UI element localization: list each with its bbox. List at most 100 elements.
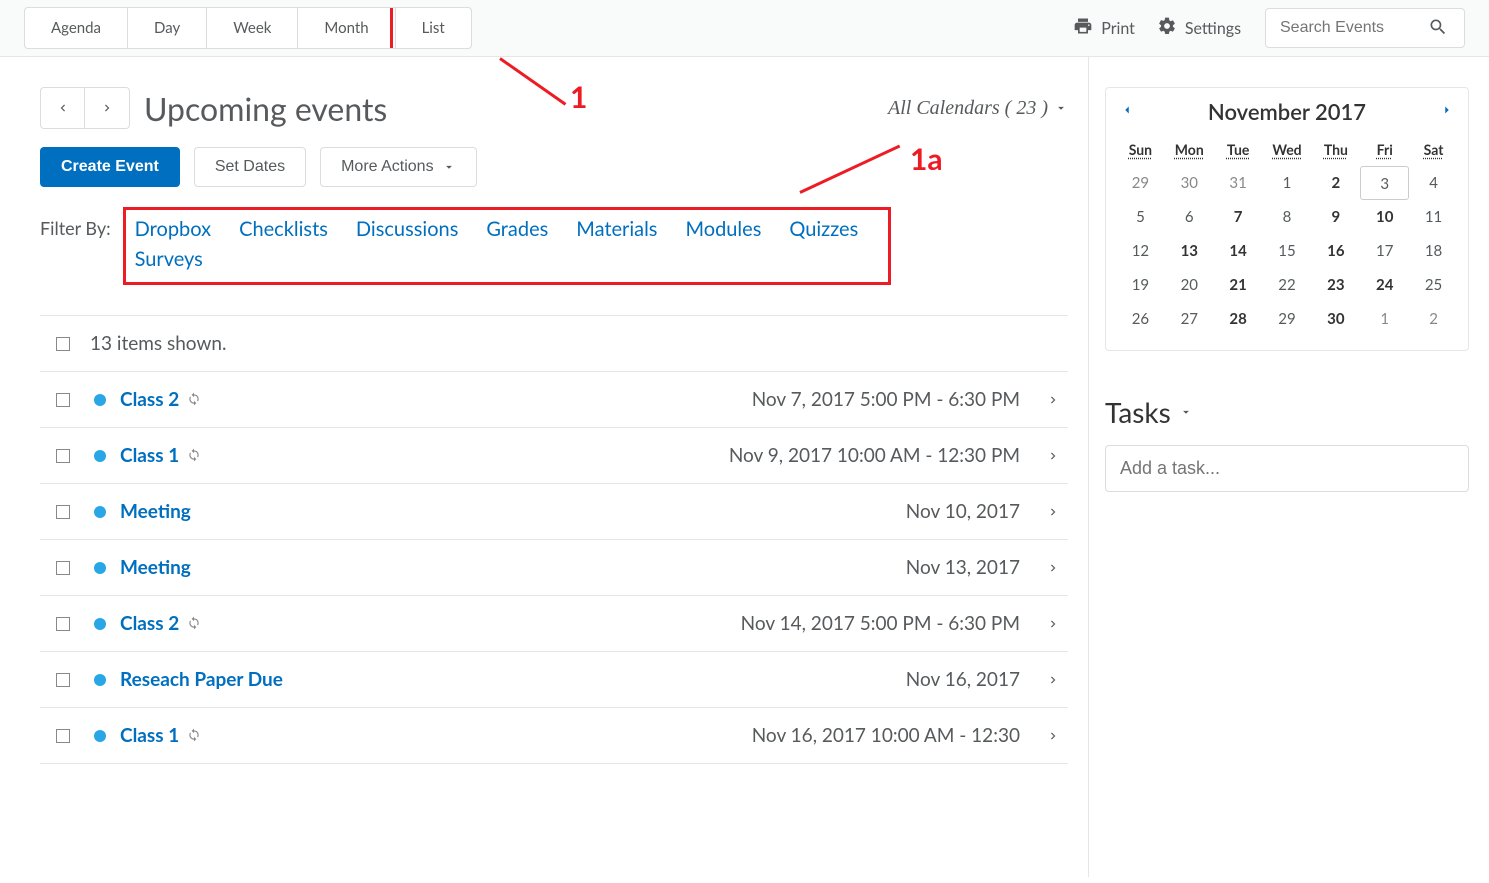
event-checkbox[interactable] (56, 449, 70, 463)
filter-materials[interactable]: Materials (576, 217, 657, 241)
mini-cal-day[interactable]: 2 (1311, 166, 1360, 200)
date-nav-arrows (40, 87, 130, 129)
event-checkbox[interactable] (56, 673, 70, 687)
mini-cal-day[interactable]: 14 (1214, 234, 1263, 268)
event-checkbox[interactable] (56, 561, 70, 575)
calendar-color-dot (94, 674, 106, 686)
mini-cal-day[interactable]: 29 (1116, 166, 1165, 200)
mini-cal-day[interactable]: 10 (1360, 200, 1409, 234)
filter-modules[interactable]: Modules (685, 217, 761, 241)
event-expand-button[interactable] (1046, 393, 1060, 407)
tasks-header[interactable]: Tasks (1105, 395, 1469, 429)
event-expand-button[interactable] (1046, 561, 1060, 575)
mini-cal-day[interactable]: 8 (1263, 200, 1312, 234)
view-tab-week[interactable]: Week (207, 8, 298, 48)
chevron-down-icon (1179, 405, 1193, 419)
mini-cal-day[interactable]: 17 (1360, 234, 1409, 268)
mini-cal-day[interactable]: 11 (1409, 200, 1458, 234)
event-title-link[interactable]: Class 1 (120, 444, 201, 467)
event-checkbox[interactable] (56, 393, 70, 407)
more-actions-label: More Actions (341, 158, 433, 176)
filter-quizzes[interactable]: Quizzes (789, 217, 858, 241)
event-title: Class 2 (120, 612, 179, 635)
event-title: Class 2 (120, 388, 179, 411)
event-expand-button[interactable] (1046, 449, 1060, 463)
event-title-link[interactable]: Class 1 (120, 724, 201, 747)
calendar-color-dot (94, 394, 106, 406)
events-list: 13 items shown. Class 2 Nov 7, 2017 5:00… (40, 315, 1068, 764)
event-title-link[interactable]: Meeting (120, 500, 191, 523)
select-all-checkbox[interactable] (56, 337, 70, 351)
mini-cal-day[interactable]: 22 (1263, 268, 1312, 302)
search-input[interactable] (1278, 18, 1418, 38)
event-title-link[interactable]: Class 2 (120, 388, 201, 411)
mini-cal-day[interactable]: 30 (1311, 302, 1360, 336)
mini-cal-day[interactable]: 18 (1409, 234, 1458, 268)
filter-discussions[interactable]: Discussions (356, 217, 458, 241)
mini-cal-day[interactable]: 24 (1360, 268, 1409, 302)
event-expand-button[interactable] (1046, 505, 1060, 519)
mini-cal-day[interactable]: 13 (1165, 234, 1214, 268)
mini-cal-day[interactable]: 25 (1409, 268, 1458, 302)
create-event-button[interactable]: Create Event (40, 147, 180, 187)
event-title-link[interactable]: Meeting (120, 556, 191, 579)
mini-cal-day[interactable]: 20 (1165, 268, 1214, 302)
more-actions-button[interactable]: More Actions (320, 147, 476, 187)
next-button[interactable] (85, 88, 129, 128)
mini-cal-day-header: Thu (1311, 137, 1360, 166)
filter-checklists[interactable]: Checklists (239, 217, 328, 241)
settings-button[interactable]: Settings (1157, 16, 1241, 40)
filter-by-label: Filter By: (40, 211, 111, 239)
add-task-input[interactable] (1105, 445, 1469, 492)
event-expand-button[interactable] (1046, 617, 1060, 631)
event-checkbox[interactable] (56, 729, 70, 743)
filter-grades[interactable]: Grades (486, 217, 548, 241)
prev-button[interactable] (41, 88, 85, 128)
mini-cal-next[interactable] (1440, 103, 1454, 120)
mini-cal-day[interactable]: 5 (1116, 200, 1165, 234)
event-title: Class 1 (120, 724, 179, 747)
event-title-link[interactable]: Reseach Paper Due (120, 668, 283, 691)
mini-cal-day[interactable]: 4 (1409, 166, 1458, 200)
mini-cal-day[interactable]: 21 (1214, 268, 1263, 302)
mini-cal-day[interactable]: 12 (1116, 234, 1165, 268)
mini-cal-day[interactable]: 30 (1165, 166, 1214, 200)
mini-cal-day[interactable]: 9 (1311, 200, 1360, 234)
event-expand-button[interactable] (1046, 673, 1060, 687)
event-checkbox[interactable] (56, 505, 70, 519)
mini-cal-day[interactable]: 29 (1263, 302, 1312, 336)
filter-dropbox[interactable]: Dropbox (135, 217, 211, 241)
view-tab-list[interactable]: List (396, 8, 471, 48)
mini-cal-day[interactable]: 23 (1311, 268, 1360, 302)
mini-cal-day[interactable]: 3 (1360, 166, 1409, 200)
mini-cal-day[interactable]: 6 (1165, 200, 1214, 234)
view-tab-day[interactable]: Day (128, 8, 207, 48)
filter-surveys[interactable]: Surveys (135, 247, 203, 271)
mini-cal-day[interactable]: 1 (1263, 166, 1312, 200)
tasks-label: Tasks (1105, 395, 1171, 429)
mini-cal-day[interactable]: 31 (1214, 166, 1263, 200)
view-tab-month[interactable]: Month (298, 8, 395, 48)
all-calendars-label: All Calendars ( 23 ) (888, 97, 1048, 120)
mini-cal-day[interactable]: 15 (1263, 234, 1312, 268)
set-dates-button[interactable]: Set Dates (194, 147, 306, 187)
mini-cal-day-header: Wed (1263, 137, 1312, 166)
mini-cal-day[interactable]: 2 (1409, 302, 1458, 336)
mini-cal-day[interactable]: 27 (1165, 302, 1214, 336)
mini-cal-day[interactable]: 7 (1214, 200, 1263, 234)
print-button[interactable]: Print (1073, 16, 1135, 40)
mini-cal-day[interactable]: 1 (1360, 302, 1409, 336)
event-date: Nov 16, 2017 (906, 668, 1020, 691)
search-events-box[interactable] (1265, 8, 1465, 48)
event-title-link[interactable]: Class 2 (120, 612, 201, 635)
mini-cal-day[interactable]: 26 (1116, 302, 1165, 336)
event-expand-button[interactable] (1046, 729, 1060, 743)
all-calendars-dropdown[interactable]: All Calendars ( 23 ) (888, 97, 1068, 120)
view-tab-agenda[interactable]: Agenda (25, 8, 128, 48)
mini-cal-day[interactable]: 16 (1311, 234, 1360, 268)
mini-cal-day[interactable]: 19 (1116, 268, 1165, 302)
mini-calendar: November 2017 SunMonTueWedThuFriSat 2930… (1105, 87, 1469, 351)
mini-cal-day[interactable]: 28 (1214, 302, 1263, 336)
event-checkbox[interactable] (56, 617, 70, 631)
mini-cal-prev[interactable] (1120, 103, 1134, 120)
